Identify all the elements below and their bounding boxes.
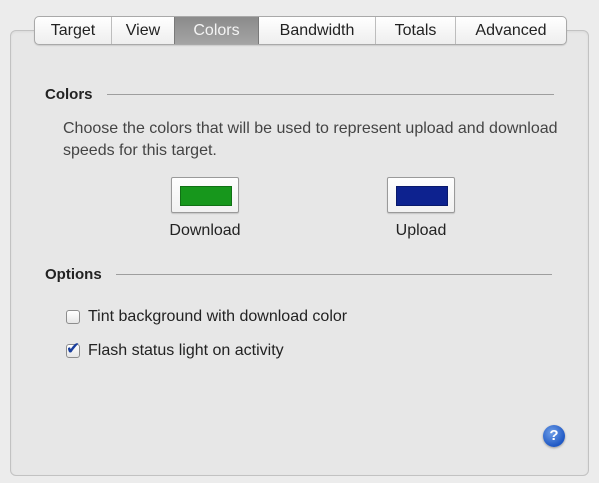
options-section-divider (115, 274, 552, 275)
flash-status-option[interactable]: ✔ Flash status light on activity (66, 339, 284, 360)
tab-bandwidth[interactable]: Bandwidth (258, 17, 375, 44)
download-color-well[interactable] (171, 177, 239, 213)
colors-section-header: Colors (45, 86, 554, 103)
tab-target[interactable]: Target (35, 17, 111, 44)
tab-totals[interactable]: Totals (375, 17, 455, 44)
tab-view[interactable]: View (111, 17, 174, 44)
options-section-header: Options (45, 266, 552, 283)
colors-description: Choose the colors that will be used to r… (63, 120, 558, 159)
tab-colors[interactable]: Colors (174, 17, 258, 44)
tab-bar: Target View Colors Bandwidth Totals Adva… (34, 16, 567, 45)
download-color-swatch (180, 186, 232, 206)
tab-advanced[interactable]: Advanced (455, 17, 566, 44)
upload-label: Upload (395, 222, 447, 239)
tint-background-label: Tint background with download color (88, 308, 348, 325)
tint-background-checkbox[interactable] (66, 310, 80, 324)
flash-status-checkbox[interactable]: ✔ (66, 339, 80, 358)
upload-color-swatch (396, 186, 448, 206)
colors-section-title: Colors (45, 86, 93, 103)
checkmark-icon: ✔ (66, 339, 81, 358)
colors-section-divider (106, 94, 554, 95)
help-icon[interactable]: ? (543, 425, 565, 447)
tint-background-option[interactable]: Tint background with download color (66, 308, 347, 326)
flash-status-label: Flash status light on activity (88, 342, 284, 359)
upload-color-well[interactable] (387, 177, 455, 213)
download-label: Download (169, 222, 241, 239)
options-section-title: Options (45, 266, 102, 283)
